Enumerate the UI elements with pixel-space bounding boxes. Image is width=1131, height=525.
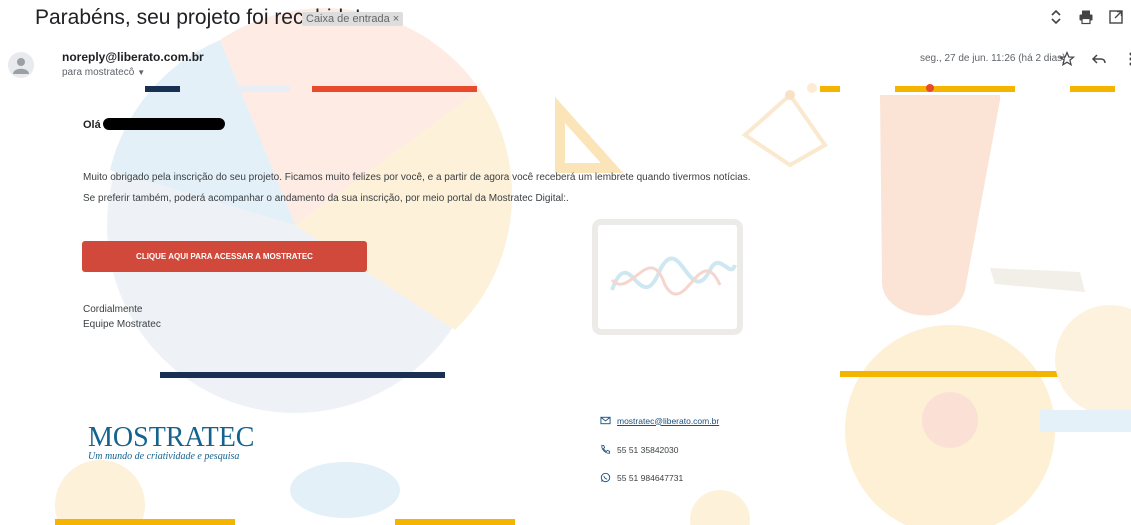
contact-whatsapp-text: 55 51 984647731 xyxy=(617,472,684,483)
up-down-icon[interactable] xyxy=(1047,8,1065,26)
chevron-down-icon[interactable]: ▼ xyxy=(137,68,145,77)
avatar xyxy=(8,52,34,78)
reply-icon[interactable] xyxy=(1090,50,1108,68)
recipient-text: para mostratecô xyxy=(62,67,135,78)
whatsapp-icon xyxy=(600,472,611,483)
print-icon[interactable] xyxy=(1077,8,1095,26)
contact-whatsapp: 55 51 984647731 xyxy=(600,472,683,483)
user-silhouette-icon xyxy=(13,58,29,74)
top-actions xyxy=(1047,8,1125,26)
contact-email: mostratec@liberato.com.br xyxy=(600,415,719,426)
redacted-name xyxy=(103,118,225,130)
more-vert-icon[interactable] xyxy=(1122,50,1131,68)
email-date: seg., 27 de jun. 11:26 (há 2 dias) xyxy=(920,53,1066,64)
inbox-label-chip[interactable]: Caixa de entrada × xyxy=(302,12,404,26)
contact-phone: 55 51 35842030 xyxy=(600,444,678,455)
subject-bar: Parabéns, seu projeto foi recebido! Caix… xyxy=(0,0,1131,40)
body-paragraph-2: Se preferir também, poderá acompanhar o … xyxy=(83,193,569,204)
sender-address: noreply@liberato.com.br xyxy=(62,50,204,64)
logo-tagline: Um mundo de criatividade e pesquisa xyxy=(88,451,240,462)
body-paragraph-1: Muito obrigado pela inscrição do seu pro… xyxy=(83,172,751,183)
envelope-icon xyxy=(600,416,611,425)
phone-icon xyxy=(601,444,611,454)
recipient-line[interactable]: para mostratecô ▼ xyxy=(62,67,145,78)
label-remove-icon[interactable]: × xyxy=(393,13,399,25)
logo-wordmark: MOSTRATEC xyxy=(88,422,255,453)
contact-phone-text: 55 51 35842030 xyxy=(617,444,679,455)
label-text: Caixa de entrada xyxy=(306,13,390,25)
mostratec-logo: MOSTRATEC Um mundo de criatividade e pes… xyxy=(88,422,255,463)
signature-line-1: Cordialmente xyxy=(83,304,143,315)
message-actions xyxy=(1058,50,1131,68)
star-icon[interactable] xyxy=(1058,50,1076,68)
greeting: Olá xyxy=(83,119,101,131)
open-new-window-icon[interactable] xyxy=(1107,8,1125,26)
signature-line-2: Equipe Mostratec xyxy=(83,319,161,330)
access-mostratec-button[interactable]: CLIQUE AQUI PARA ACESSAR A MOSTRATEC xyxy=(82,241,367,272)
contact-email-link[interactable]: mostratec@liberato.com.br xyxy=(617,416,719,426)
